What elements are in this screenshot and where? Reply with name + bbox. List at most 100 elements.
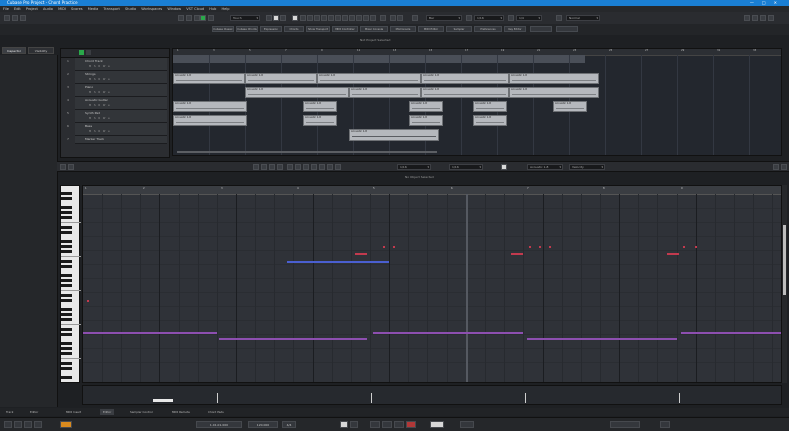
toolbar2-button-13[interactable] — [530, 26, 552, 32]
midi-note[interactable] — [87, 300, 89, 302]
menu-hub[interactable]: Hub — [209, 7, 216, 11]
velocity-stem[interactable] — [217, 393, 218, 403]
minimize-button[interactable]: — — [750, 0, 762, 5]
black-key[interactable] — [61, 226, 72, 229]
toolbar2-button-6[interactable]: MIDI Controller — [332, 26, 358, 32]
go-to-start-icon[interactable] — [14, 421, 22, 428]
menu-edit[interactable]: Edit — [14, 7, 21, 11]
quantize-dropdown[interactable]: 1/16 — [474, 15, 504, 21]
object-select-tool-icon[interactable] — [292, 15, 298, 21]
midi-part[interactable]: Acoustic 1-8 — [409, 101, 443, 112]
editor-erase-tool-icon[interactable] — [269, 164, 275, 170]
tab-chord-pads[interactable]: Chord Pads — [208, 409, 224, 415]
tempo-display[interactable]: 120.000 — [248, 421, 278, 428]
midi-note[interactable] — [529, 246, 531, 248]
midi-part[interactable]: Acoustic 1-8 — [173, 73, 245, 84]
metronome-button[interactable] — [430, 421, 444, 428]
track-buttons[interactable]: M S R W e — [89, 91, 111, 94]
midi-part[interactable]: Acoustic 1-8 — [509, 73, 599, 84]
punch-in-icon[interactable] — [60, 421, 72, 428]
panel-right-icon[interactable] — [768, 15, 774, 21]
track-header[interactable]: Bass M S R W e — [75, 123, 167, 136]
black-key[interactable] — [61, 265, 72, 268]
menu-window[interactable]: Window — [167, 7, 181, 11]
tab-editor-active[interactable]: Editor — [100, 409, 115, 415]
midi-part[interactable]: Acoustic 1-8 — [473, 101, 507, 112]
velocity-stem[interactable] — [679, 393, 680, 403]
mute-icon[interactable] — [178, 15, 184, 21]
midi-note[interactable] — [373, 332, 523, 334]
menu-workspaces[interactable]: Workspaces — [141, 7, 162, 11]
toolbar2-button-4[interactable]: Chords — [284, 26, 304, 32]
midi-note[interactable] — [695, 246, 697, 248]
black-key[interactable] — [61, 333, 72, 336]
toolbar2-button-12[interactable]: Key Editor — [504, 26, 526, 32]
editor-settings-icon[interactable] — [60, 164, 66, 170]
track-buttons[interactable]: M S R W e — [89, 78, 111, 81]
midi-note[interactable] — [681, 332, 781, 334]
black-key[interactable] — [61, 347, 72, 350]
editor-select-tool-icon[interactable] — [253, 164, 259, 170]
midi-part[interactable]: Acoustic 1-8 — [173, 115, 247, 126]
automation-mode-dropdown[interactable]: Touch — [230, 15, 260, 21]
editor-quantize-dropdown[interactable]: 1/16 — [397, 164, 431, 170]
midi-part[interactable]: Acoustic 1-8 — [553, 101, 587, 112]
menu-transport[interactable]: Transport — [103, 7, 119, 11]
time-warp-tool-icon[interactable] — [349, 15, 355, 21]
mute-tool-icon[interactable] — [335, 15, 341, 21]
toolbar2-button-11[interactable]: Preferences — [474, 26, 502, 32]
midi-note[interactable] — [383, 246, 385, 248]
comp-tool-icon[interactable] — [342, 15, 348, 21]
track-header[interactable]: Piano M S R W e — [75, 84, 167, 97]
rewind-icon[interactable] — [266, 15, 272, 21]
editor-snap-icon[interactable] — [501, 164, 507, 170]
midi-note[interactable] — [355, 253, 367, 255]
editor-trim-tool-icon[interactable] — [277, 164, 283, 170]
menu-project[interactable]: Project — [26, 7, 38, 11]
menu-file[interactable]: File — [3, 7, 9, 11]
track-header[interactable]: Acoustic Guitar M S R W e — [75, 97, 167, 110]
midi-part-selected[interactable]: Acoustic 1-8 — [349, 129, 439, 141]
tab-sampler-control[interactable]: Sampler Control — [130, 409, 153, 415]
black-key[interactable] — [61, 240, 72, 243]
menu-vst-cloud[interactable]: VST Cloud — [186, 7, 204, 11]
midi-note[interactable] — [539, 246, 541, 248]
solo-icon[interactable] — [186, 15, 192, 21]
tab-track[interactable]: Track — [6, 409, 13, 415]
midi-note[interactable] — [511, 253, 523, 255]
midi-note[interactable] — [549, 246, 551, 248]
velocity-scroll-handle[interactable] — [153, 399, 173, 402]
go-to-end-icon[interactable] — [24, 421, 32, 428]
midi-part[interactable]: Acoustic 1-8 — [473, 115, 507, 126]
menu-midi[interactable]: MIDI — [58, 7, 66, 11]
black-key[interactable] — [61, 231, 72, 234]
cycle-icon[interactable] — [34, 421, 42, 428]
midi-note[interactable] — [83, 332, 217, 334]
black-key[interactable] — [61, 318, 72, 321]
range-tool-icon[interactable] — [300, 15, 306, 21]
editor-color-icon[interactable] — [335, 164, 341, 170]
black-key[interactable] — [61, 328, 72, 331]
suspend-scroll-icon[interactable] — [397, 15, 403, 21]
snap-zero-icon[interactable] — [466, 15, 472, 21]
signature-display[interactable]: 4/4 — [282, 421, 296, 428]
loop-range[interactable] — [173, 55, 585, 63]
close-button[interactable]: ✕ — [774, 0, 785, 5]
black-key[interactable] — [61, 279, 72, 282]
editor-split-tool-icon[interactable] — [287, 164, 293, 170]
midi-note[interactable] — [527, 338, 677, 340]
midi-part[interactable]: Acoustic 1-8 — [421, 73, 509, 84]
black-key[interactable] — [61, 250, 72, 253]
velocity-stem[interactable] — [525, 393, 526, 403]
scrollbar-thumb[interactable] — [783, 225, 786, 295]
black-key[interactable] — [61, 197, 72, 200]
velocity-lane[interactable] — [82, 385, 782, 405]
tab-inspector[interactable]: Inspector — [2, 47, 26, 54]
editor-time-warp-icon[interactable] — [327, 164, 333, 170]
piano-roll-vertical-scrollbar[interactable] — [782, 185, 787, 383]
editor-glue-tool-icon[interactable] — [295, 164, 301, 170]
black-key[interactable] — [61, 352, 72, 355]
track-buttons[interactable]: M S R W e — [89, 104, 111, 107]
toolbar2-button-5[interactable]: Show Transport — [306, 26, 330, 32]
stop-icon[interactable] — [273, 15, 279, 21]
